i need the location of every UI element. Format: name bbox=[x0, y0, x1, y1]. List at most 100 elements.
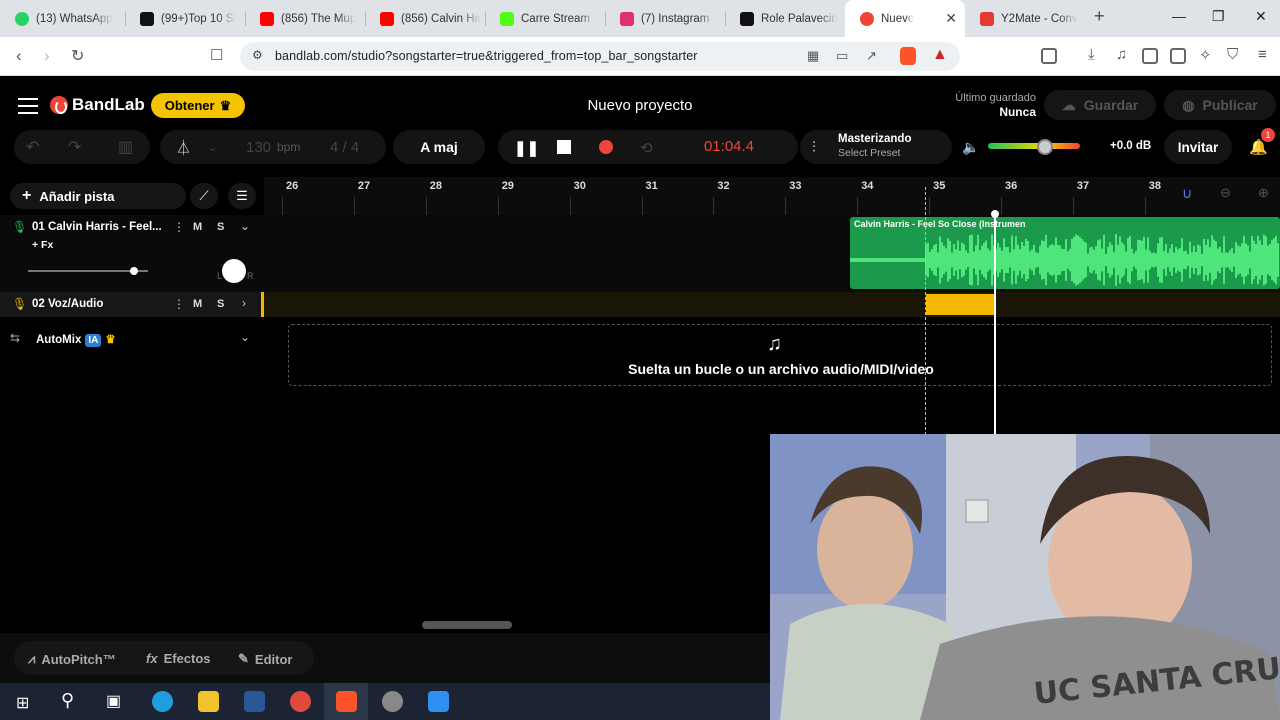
zoom-in-icon[interactable]: ⊕ bbox=[1258, 185, 1269, 201]
snap-magnet-icon[interactable]: ∪ bbox=[1182, 185, 1192, 202]
grid-settings-icon[interactable]: ☰ bbox=[228, 183, 256, 209]
effects-button[interactable]: fx Efectos bbox=[146, 651, 211, 666]
tab-kick-carre[interactable]: Carre Stream - bbox=[485, 0, 605, 37]
track-name[interactable]: 02 Voz/Audio bbox=[32, 298, 103, 310]
record-icon[interactable] bbox=[599, 140, 613, 154]
brave-rewards-icon[interactable]: ▲ bbox=[932, 46, 948, 64]
redo-icon[interactable]: ↷ bbox=[68, 137, 81, 157]
studio-header: BandLab Obtener ♛ Nuevo proyecto Último g… bbox=[0, 76, 1280, 134]
minimize-icon[interactable]: — bbox=[1172, 8, 1186, 24]
ai-icon[interactable]: ✧ bbox=[1199, 46, 1212, 64]
add-track-label: Añadir pista bbox=[39, 188, 115, 204]
editor-button[interactable]: ✎ Editor bbox=[238, 651, 292, 667]
brave-icon[interactable] bbox=[336, 691, 357, 712]
time-signature[interactable]: 4 / 4 bbox=[330, 139, 359, 156]
edge-icon[interactable] bbox=[152, 691, 173, 712]
add-track-button[interactable]: + Añadir pista bbox=[10, 183, 186, 209]
back-icon[interactable]: ‹ bbox=[16, 46, 22, 66]
menu-icon[interactable]: ≡ bbox=[1258, 46, 1267, 63]
leo-icon[interactable] bbox=[1041, 48, 1057, 64]
zoom-out-icon[interactable]: ⊖ bbox=[1220, 185, 1231, 201]
mute-button[interactable]: M bbox=[193, 298, 202, 310]
solo-button[interactable]: S bbox=[217, 298, 224, 310]
publish-button[interactable]: ◍ Publicar bbox=[1164, 90, 1276, 120]
mastering-selector[interactable]: ⫶ Masterizando Select Preset bbox=[800, 130, 952, 164]
track-volume-slider[interactable] bbox=[28, 267, 148, 275]
download-icon[interactable]: ⤓ bbox=[1088, 46, 1095, 63]
restore-icon[interactable]: ❐ bbox=[1212, 8, 1225, 25]
master-volume-slider[interactable] bbox=[988, 143, 1080, 149]
site-info-icon[interactable]: ⚙ bbox=[252, 48, 263, 62]
horizontal-scrollbar[interactable] bbox=[422, 621, 512, 629]
chrome-icon[interactable] bbox=[290, 691, 311, 712]
new-tab-icon[interactable]: + bbox=[1094, 6, 1105, 27]
piano-icon[interactable]: ▥ bbox=[118, 137, 133, 157]
stop-icon[interactable] bbox=[557, 140, 571, 154]
forward-icon[interactable]: › bbox=[44, 46, 50, 66]
track-volume-handle[interactable] bbox=[130, 267, 138, 275]
close-tab-icon[interactable]: ✕ bbox=[945, 10, 957, 27]
automix-row[interactable]: ⇆ AutoMix IA ♛ ⌄ bbox=[0, 327, 264, 349]
close-window-icon[interactable]: ✕ bbox=[1255, 8, 1267, 25]
fx-button[interactable]: + Fx bbox=[32, 239, 53, 251]
tab-tiktok-role[interactable]: Role Palavecin bbox=[725, 0, 845, 37]
tab-instagram[interactable]: (7) Instagram - bbox=[605, 0, 725, 37]
playhead[interactable] bbox=[994, 213, 996, 435]
photos-icon[interactable] bbox=[428, 691, 449, 712]
music-icon[interactable]: ♫ bbox=[1116, 46, 1127, 63]
cast-icon[interactable]: ▭ bbox=[836, 48, 848, 64]
task-view-icon[interactable]: ▣ bbox=[106, 691, 121, 711]
undo-icon[interactable]: ↶ bbox=[26, 137, 39, 157]
file-explorer-icon[interactable] bbox=[198, 691, 219, 712]
track-name[interactable]: 01 Calvin Harris - Feel... bbox=[32, 221, 162, 233]
track-options-icon[interactable]: ⋮ bbox=[173, 220, 185, 234]
windows-start-icon[interactable]: ⊞ bbox=[16, 693, 29, 713]
bookmark-icon[interactable]: ☐ bbox=[210, 46, 223, 64]
vpn-icon[interactable]: ⛉ bbox=[1227, 46, 1238, 63]
drop-zone[interactable]: ♫ Suelta un bucle o un archivo audio/MID… bbox=[288, 324, 1272, 386]
reload-icon[interactable]: ↻ bbox=[71, 46, 84, 66]
mute-button[interactable]: M bbox=[193, 221, 202, 233]
metronome-dropdown-icon[interactable]: ⌄ bbox=[208, 141, 217, 154]
fx-icon: fx bbox=[146, 651, 158, 666]
track-header-2[interactable]: 🎙 02 Voz/Audio ⋮ M S › bbox=[0, 292, 264, 317]
tab-youtube-mup[interactable]: (856) The Mup bbox=[245, 0, 365, 37]
pause-icon[interactable]: ❚❚ bbox=[514, 139, 539, 157]
bar-ruler[interactable]: 26 27 28 29 30 31 32 33 34 35 36 37 38 bbox=[264, 177, 1280, 215]
share-icon[interactable]: ↗ bbox=[866, 48, 877, 64]
tab-bandlab-active[interactable]: Nuevo ✕ bbox=[845, 0, 965, 37]
audio-region[interactable]: Calvin Harris - Feel So Close (Instrumen bbox=[850, 217, 1280, 289]
track-header-1[interactable]: 🎙 01 Calvin Harris - Feel... ⋮ M S ⌄ + F… bbox=[0, 215, 264, 292]
tab-youtube-calvin[interactable]: (856) Calvin Ha bbox=[365, 0, 485, 37]
track-options-icon[interactable]: ⋮ bbox=[173, 297, 185, 311]
tab-whatsapp[interactable]: (13) WhatsApp bbox=[0, 0, 125, 37]
media-icon[interactable]: ▦ bbox=[807, 48, 819, 64]
tab-y2mate[interactable]: Y2Mate - Conv bbox=[965, 0, 1085, 37]
search-icon[interactable]: ⚲ bbox=[61, 690, 74, 711]
loop-icon[interactable]: ⟲ bbox=[640, 139, 653, 157]
tab-tiktok-top10[interactable]: (99+)Top 10 Si bbox=[125, 0, 245, 37]
address-bar[interactable]: ⚙ bandlab.com/studio?songstarter=true&tr… bbox=[240, 42, 960, 71]
pan-knob[interactable] bbox=[222, 259, 246, 283]
playhead-handle[interactable] bbox=[991, 210, 999, 218]
sidebar-icon[interactable] bbox=[1142, 48, 1158, 64]
volume-knob[interactable] bbox=[1037, 139, 1054, 155]
invite-button[interactable]: Invitar bbox=[1164, 130, 1232, 164]
recording-region[interactable] bbox=[926, 294, 994, 315]
chevron-down-icon[interactable]: ⌄ bbox=[240, 330, 250, 344]
track-lane-2[interactable] bbox=[264, 292, 1280, 317]
key-selector[interactable]: A maj bbox=[393, 130, 485, 164]
speaker-icon[interactable]: 🔈 bbox=[962, 139, 979, 156]
autopitch-button[interactable]: ⩘ AutoPitch™ bbox=[28, 651, 116, 667]
collapse-track-icon[interactable]: ⌄ bbox=[240, 219, 250, 233]
tuner-icon[interactable]: ⟋ bbox=[190, 183, 218, 209]
brave-shields-icon[interactable] bbox=[900, 47, 916, 65]
word-icon[interactable] bbox=[244, 691, 265, 712]
solo-button[interactable]: S bbox=[217, 221, 224, 233]
bpm-value[interactable]: 130 bbox=[246, 139, 271, 156]
wallet-icon[interactable] bbox=[1170, 48, 1186, 64]
expand-track-icon[interactable]: › bbox=[242, 296, 246, 310]
obs-icon[interactable] bbox=[382, 691, 403, 712]
metronome-icon[interactable]: ⏃ bbox=[176, 137, 191, 158]
save-button[interactable]: ☁ Guardar bbox=[1044, 90, 1156, 120]
